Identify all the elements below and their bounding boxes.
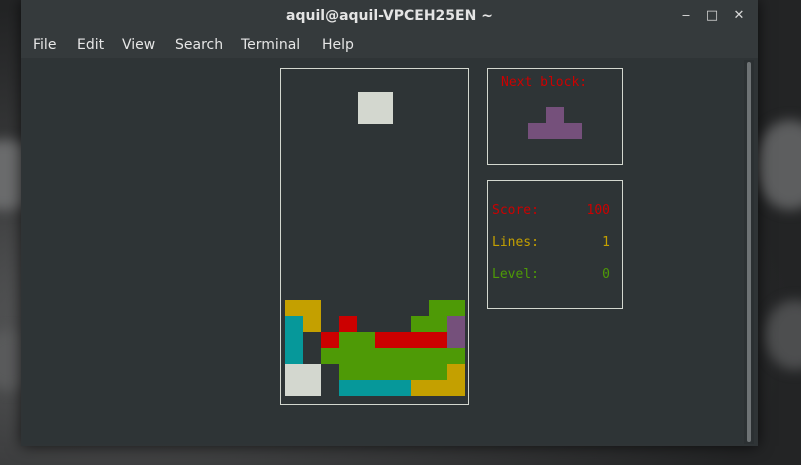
level-label: Level:	[492, 267, 539, 282]
stack-cell	[375, 332, 447, 348]
window-title: aquil@aquil-VPCEH25EN ~	[286, 8, 493, 24]
stack-cell	[339, 316, 357, 332]
stack-cell	[411, 380, 465, 396]
stack-cell	[285, 348, 303, 364]
score-label: Score:	[492, 203, 539, 218]
stack-cell	[447, 364, 465, 380]
stack-cell	[303, 316, 321, 332]
next-block-piece	[528, 123, 582, 139]
stack-cell	[339, 332, 375, 348]
terminal-window: aquil@aquil-VPCEH25EN ~ ‒ □ ✕ File Edit …	[21, 0, 758, 446]
scrollbar-thumb[interactable]	[747, 62, 751, 442]
level-value: 0	[602, 267, 610, 282]
lines-value: 1	[602, 235, 610, 250]
next-block-label: Next block:	[501, 75, 588, 90]
menu-help[interactable]: Help	[322, 32, 354, 58]
stack-cell	[429, 300, 465, 316]
menu-edit[interactable]: Edit	[77, 32, 104, 58]
next-block-piece	[546, 107, 564, 123]
lines-label: Lines:	[492, 235, 539, 250]
title-bar[interactable]: aquil@aquil-VPCEH25EN ~ ‒ □ ✕	[21, 0, 758, 32]
maximize-icon[interactable]: □	[702, 6, 722, 26]
stack-cell	[447, 332, 465, 348]
menu-terminal[interactable]: Terminal	[241, 32, 300, 58]
menu-bar: File Edit View Search Terminal Help	[21, 32, 758, 58]
minimize-icon[interactable]: ‒	[676, 6, 696, 26]
stack-cell	[285, 300, 321, 316]
background-stone	[765, 300, 801, 370]
falling-block	[358, 92, 393, 124]
stack-cell	[447, 316, 465, 332]
menu-file[interactable]: File	[33, 32, 56, 58]
score-value: 100	[586, 203, 610, 218]
menu-search[interactable]: Search	[175, 32, 223, 58]
stack-cell	[411, 316, 447, 332]
close-icon[interactable]: ✕	[729, 6, 749, 26]
stack-cell	[285, 332, 303, 348]
background-stone	[755, 120, 801, 210]
menu-view[interactable]: View	[122, 32, 155, 58]
stack-cell	[339, 380, 411, 396]
stack-cell	[321, 332, 339, 348]
scrollbar[interactable]	[744, 60, 754, 444]
stack-cell	[285, 364, 321, 396]
stack-cell	[285, 316, 303, 332]
stack-cell	[339, 364, 447, 380]
stack-cell	[321, 348, 465, 364]
terminal-area[interactable]: Next block: Score: 100 Lines: 1 Level: 0	[23, 60, 742, 444]
